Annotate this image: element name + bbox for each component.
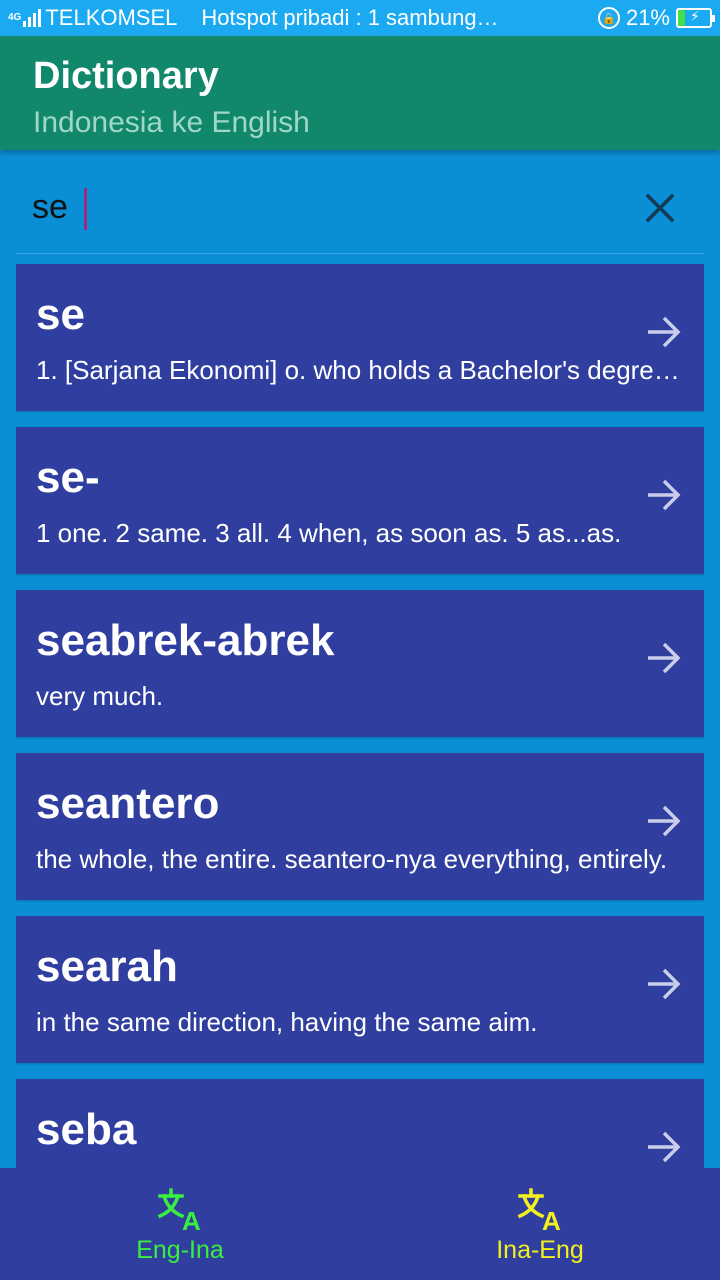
status-right: 🔒 21% ⚡ [597,5,715,31]
entry-word: seantero [36,779,220,828]
svg-text:A: A [182,1206,201,1234]
entry-word: se- [36,453,100,502]
translate-icon: A [517,1188,561,1234]
nav-label-ina-eng: Ina-Eng [496,1236,584,1264]
entry-word: seabrek-abrek [36,616,335,665]
nav-ina-eng[interactable]: A Ina-Eng [360,1168,720,1280]
search-bar [16,162,704,254]
entry-definition: in the same direction, having the same a… [36,1007,538,1037]
list-item[interactable]: se- 1 one. 2 same. 3 all. 4 when, as soo… [16,427,704,574]
arrow-right-icon [648,1131,681,1163]
entry-definition: the whole, the entire. seantero-nya ever… [36,844,668,874]
entry-word: searah [36,942,178,991]
list-item[interactable]: se 1. [Sarjana Ekonomi] o. who holds a B… [16,264,704,411]
arrow-right-icon [648,642,681,674]
close-icon[interactable] [640,188,680,228]
svg-text:A: A [542,1206,561,1234]
search-input[interactable] [16,188,576,227]
battery-icon: ⚡ [676,8,715,28]
signal-bars-icon [23,9,42,27]
entry-definition: very much. [36,681,164,711]
list-item[interactable]: seantero the whole, the entire. seantero… [16,753,704,900]
nav-label-eng-ina: Eng-Ina [136,1236,224,1264]
entry-word: se [36,290,85,339]
arrow-right-icon [648,968,681,1000]
entry-definition: 1. [Sarjana Ekonomi] o. who holds a Bach… [36,355,684,385]
arrow-right-icon [648,316,681,348]
list-item[interactable]: seba [16,1079,704,1168]
charging-icon: ⚡ [690,8,700,24]
results-list: se 1. [Sarjana Ekonomi] o. who holds a B… [16,264,704,1168]
entry-definition: 1 one. 2 same. 3 all. 4 when, as soon as… [36,518,622,548]
app-subtitle: Indonesia ke English [33,106,310,139]
arrow-right-icon [648,805,681,837]
translate-icon: A [157,1188,201,1234]
entry-word: seba [36,1105,137,1154]
list-item[interactable]: searah in the same direction, having the… [16,916,704,1063]
text-cursor [84,188,87,230]
carrier-name: TELKOMSEL [45,5,178,30]
list-item[interactable]: seabrek-abrek very much. [16,590,704,737]
arrow-right-icon [648,479,681,511]
bottom-nav: A Eng-Ina A Ina-Eng [0,1168,720,1280]
hotspot-status: Hotspot pribadi : 1 sambung… [201,5,499,30]
app-bar: Dictionary Indonesia ke English [0,36,720,150]
battery-percent: 21% [625,5,670,30]
signal-indicator: 4G [8,9,42,27]
status-bar: 4G TELKOMSEL Hotspot pribadi : 1 sambung… [0,0,720,36]
battery-level [678,10,685,26]
nav-eng-ina[interactable]: A Eng-Ina [0,1168,360,1280]
network-type: 4G [8,12,22,23]
rotation-lock-icon: 🔒 [597,7,620,29]
app-title: Dictionary [33,55,219,97]
